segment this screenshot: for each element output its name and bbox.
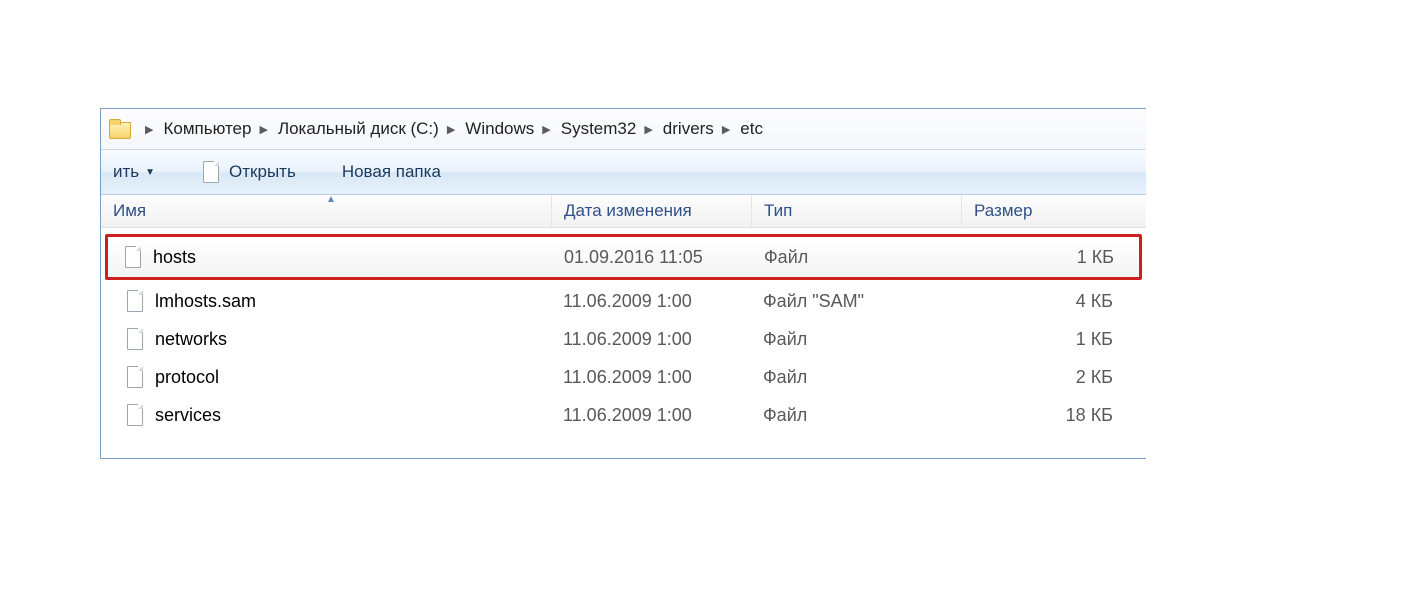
chevron-down-icon: ▼ bbox=[145, 167, 155, 178]
organize-label-fragment: ить bbox=[113, 162, 139, 182]
column-header-label: Дата изменения bbox=[564, 201, 692, 221]
chevron-right-icon bbox=[439, 123, 461, 136]
file-date: 11.06.2009 1:00 bbox=[551, 405, 751, 426]
file-name: services bbox=[155, 405, 221, 426]
file-row[interactable]: protocol 11.06.2009 1:00Файл2 КБ bbox=[107, 358, 1140, 396]
file-type: Файл bbox=[751, 329, 961, 350]
column-header-date[interactable]: Дата изменения bbox=[551, 195, 751, 227]
file-size: 2 КБ bbox=[961, 367, 1131, 388]
breadcrumb-label: drivers bbox=[663, 119, 714, 139]
breadcrumb-label: Компьютер bbox=[163, 119, 251, 139]
file-row[interactable]: networks 11.06.2009 1:00Файл1 КБ bbox=[107, 320, 1140, 358]
file-row[interactable]: lmhosts.sam 11.06.2009 1:00Файл "SAM"4 КБ bbox=[107, 282, 1140, 320]
column-header-label: Имя bbox=[113, 201, 146, 221]
column-header-size[interactable]: Размер bbox=[961, 195, 1137, 227]
column-header-type[interactable]: Тип bbox=[751, 195, 961, 227]
file-list: hosts01.09.2016 11:05Файл1 КБlmhosts.sam… bbox=[101, 228, 1146, 458]
column-header-label: Размер bbox=[974, 201, 1032, 221]
file-icon bbox=[123, 245, 143, 269]
file-row[interactable]: services 11.06.2009 1:00Файл18 КБ bbox=[107, 396, 1140, 434]
breadcrumb-item-windows[interactable]: Windows bbox=[463, 109, 558, 149]
file-type: Файл bbox=[751, 405, 961, 426]
file-date: 11.06.2009 1:00 bbox=[551, 367, 751, 388]
file-size: 4 КБ bbox=[961, 291, 1131, 312]
breadcrumb-item-system32[interactable]: System32 bbox=[559, 109, 661, 149]
chevron-right-icon bbox=[137, 123, 159, 136]
sort-asc-icon: ▲ bbox=[326, 194, 336, 205]
breadcrumb-item-computer[interactable]: Компьютер bbox=[161, 109, 275, 149]
chevron-right-icon bbox=[251, 123, 273, 136]
file-size: 1 КБ bbox=[962, 247, 1132, 268]
file-date: 11.06.2009 1:00 bbox=[551, 329, 751, 350]
file-type: Файл bbox=[752, 247, 962, 268]
file-size: 1 КБ bbox=[961, 329, 1131, 350]
file-name: hosts bbox=[153, 247, 196, 268]
new-folder-label: Новая папка bbox=[342, 162, 441, 182]
column-headers: Имя ▲ Дата изменения Тип Размер bbox=[101, 195, 1146, 228]
open-button[interactable]: Открыть bbox=[191, 150, 306, 194]
explorer-window: Компьютер Локальный диск (C:) Windows Sy… bbox=[100, 108, 1146, 459]
chevron-right-icon bbox=[636, 123, 658, 136]
file-icon bbox=[201, 160, 221, 184]
file-icon bbox=[125, 289, 145, 313]
file-type: Файл "SAM" bbox=[751, 291, 961, 312]
file-size: 18 КБ bbox=[961, 405, 1131, 426]
chevron-right-icon bbox=[714, 123, 736, 136]
file-name: networks bbox=[155, 329, 227, 350]
file-row[interactable]: hosts 01.09.2016 11:05Файл1 КБ bbox=[105, 234, 1142, 280]
organize-button[interactable]: ить ▼ bbox=[103, 150, 165, 194]
file-icon bbox=[125, 403, 145, 427]
toolbar: ить ▼ Открыть Новая папка bbox=[101, 150, 1146, 195]
breadcrumb-label: etc bbox=[740, 119, 763, 139]
breadcrumb-item-etc[interactable]: etc bbox=[738, 109, 765, 149]
file-icon bbox=[125, 327, 145, 351]
file-date: 01.09.2016 11:05 bbox=[552, 247, 752, 268]
folder-icon bbox=[107, 117, 133, 141]
column-header-label: Тип bbox=[764, 201, 792, 221]
breadcrumb-item-drive-c[interactable]: Локальный диск (C:) bbox=[276, 109, 463, 149]
new-folder-button[interactable]: Новая папка bbox=[332, 150, 451, 194]
file-name: lmhosts.sam bbox=[155, 291, 256, 312]
breadcrumb-label: System32 bbox=[561, 119, 637, 139]
breadcrumb-item-drivers[interactable]: drivers bbox=[661, 109, 738, 149]
open-label: Открыть bbox=[229, 162, 296, 182]
address-bar[interactable]: Компьютер Локальный диск (C:) Windows Sy… bbox=[101, 109, 1146, 150]
chevron-right-icon bbox=[534, 123, 556, 136]
breadcrumb-label: Windows bbox=[465, 119, 534, 139]
file-name: protocol bbox=[155, 367, 219, 388]
file-type: Файл bbox=[751, 367, 961, 388]
column-header-name[interactable]: Имя ▲ bbox=[101, 195, 551, 227]
breadcrumb-label: Локальный диск (C:) bbox=[278, 119, 439, 139]
breadcrumb-sep-leading[interactable] bbox=[135, 109, 161, 149]
file-icon bbox=[125, 365, 145, 389]
file-date: 11.06.2009 1:00 bbox=[551, 291, 751, 312]
